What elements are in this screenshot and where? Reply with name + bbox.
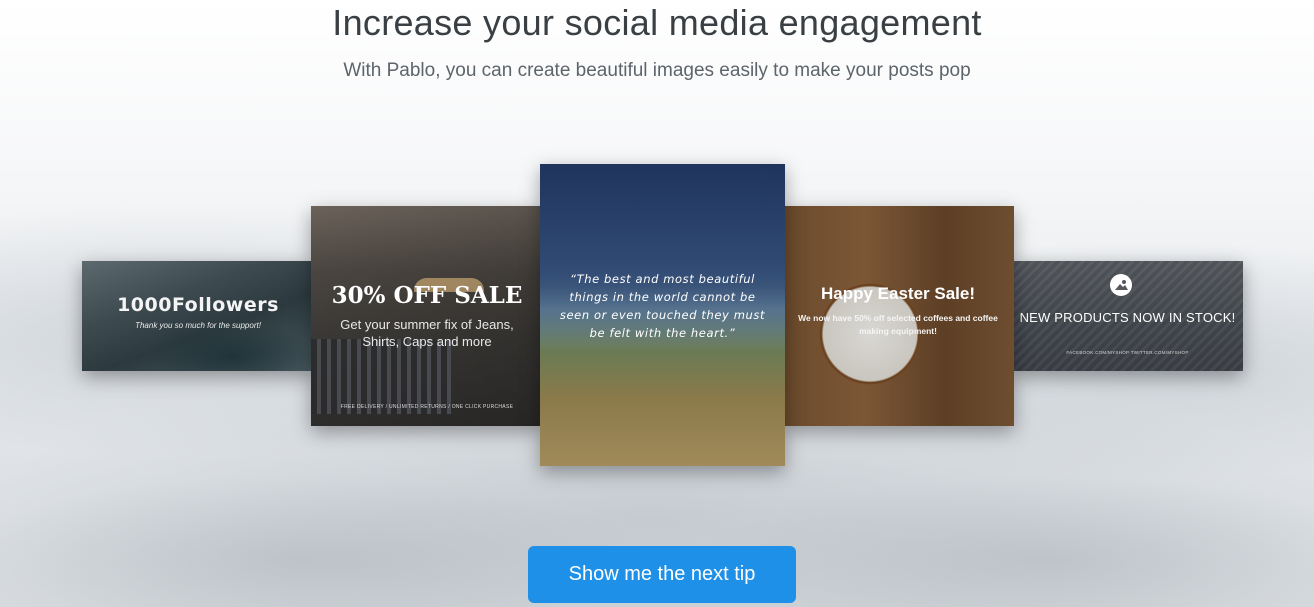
example-body: We now have 50% off selected coffees and… xyxy=(798,313,998,336)
example-tagline: Thank you so much for the support! xyxy=(135,321,261,330)
example-body: Get your summer fix of Jeans, Shirts, Ca… xyxy=(340,317,514,349)
example-image-followers: 1000Followers Thank you so much for the … xyxy=(82,261,314,371)
image-icon xyxy=(1110,274,1132,296)
example-image-products: NEW PRODUCTS NOW IN STOCK! FACEBOOK.COM/… xyxy=(1012,261,1243,371)
page-subtitle: With Pablo, you can create beautiful ima… xyxy=(343,60,971,81)
example-title: Happy Easter Sale! xyxy=(820,284,975,303)
next-tip-button[interactable]: Show me the next tip xyxy=(528,546,796,603)
example-image-sale: 30% OFF SALE Get your summer fix of Jean… xyxy=(311,206,543,426)
clothes-rack-graphic xyxy=(311,339,451,414)
example-title: NEW PRODUCTS NOW IN STOCK! xyxy=(1019,310,1236,325)
example-fine-print: FACEBOOK.COM/MYSHOP TWITTER.COM/MYSHOP xyxy=(1066,350,1189,355)
example-title: 30% OFF SALE xyxy=(331,282,523,309)
page-title: Increase your social media engagement xyxy=(332,2,982,43)
example-title: 1000Followers xyxy=(117,294,279,316)
example-image-quote: “The best and most beautiful things in t… xyxy=(540,164,785,466)
example-quote: “The best and most beautiful things in t… xyxy=(559,272,766,340)
example-image-easter: Happy Easter Sale! We now have 50% off s… xyxy=(782,206,1014,426)
example-fine-print: FREE DELIVERY / UNLIMITED RETURNS / ONE … xyxy=(340,404,514,410)
